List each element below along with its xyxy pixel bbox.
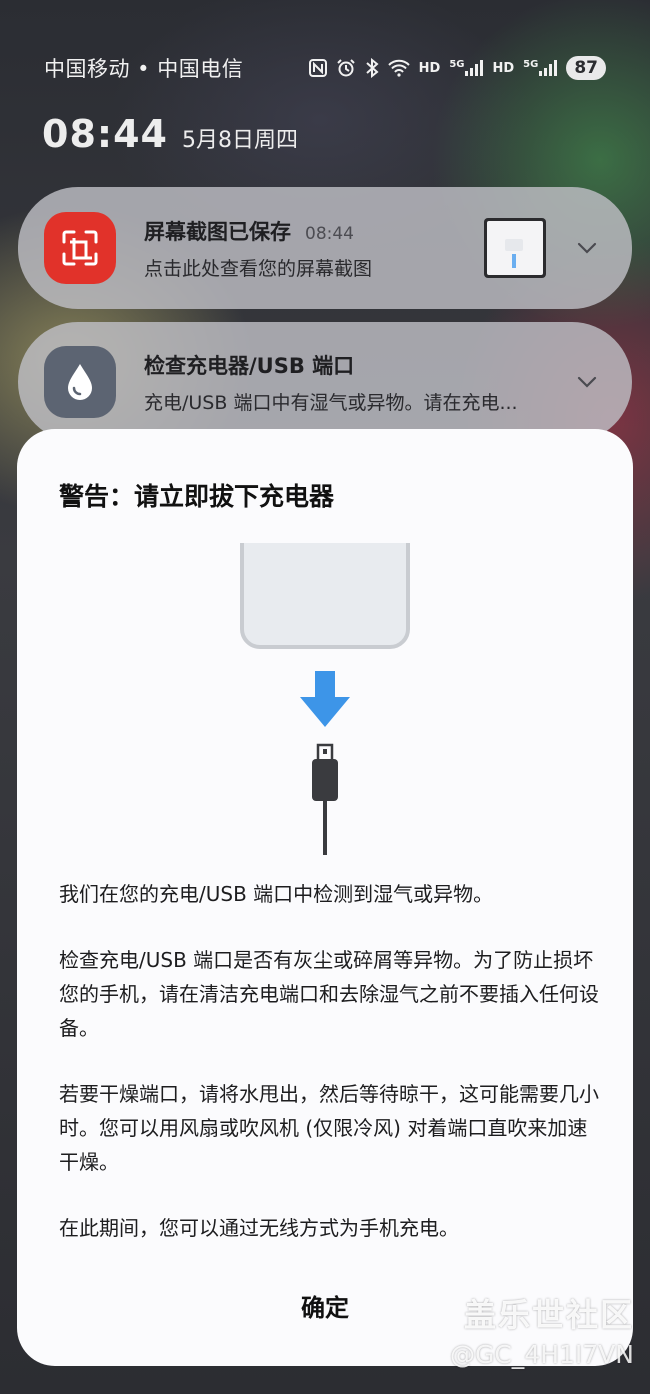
- watermark-handle: @GC_4H1I7VN: [449, 1340, 634, 1369]
- notification-content: 屏幕截图已保存 08:44 点击此处查看您的屏幕截图: [144, 216, 484, 281]
- down-arrow-icon: [300, 671, 350, 727]
- notification-body: 充电/USB 端口中有湿气或异物。请在充电...: [144, 391, 518, 414]
- notification-usb-moisture[interactable]: 检查充电器/USB 端口 充电/USB 端口中有湿气或异物。请在充电...: [18, 322, 632, 442]
- water-drop-icon: [44, 346, 116, 418]
- notification-title: 检查充电器/USB 端口: [144, 353, 355, 378]
- dialog-body: 我们在您的充电/USB 端口中检测到湿气或异物。 检查充电/USB 端口是否有灰…: [59, 877, 599, 1277]
- signal-icon: [539, 60, 558, 76]
- signal-group-1: 5G: [449, 59, 484, 76]
- signal-group-2: 5G: [523, 59, 558, 76]
- dialog-paragraph: 在此期间，您可以通过无线方式为手机充电。: [59, 1216, 459, 1240]
- screenshot-icon: [44, 212, 116, 284]
- confirm-button[interactable]: 确定: [175, 1285, 475, 1325]
- hd-badge-2: HD: [492, 60, 515, 76]
- screenshot-thumbnail[interactable]: [484, 218, 546, 278]
- clock-time: 08:44: [42, 112, 168, 156]
- chevron-down-icon[interactable]: [576, 237, 598, 259]
- clock-date: 5月8日周四: [181, 128, 298, 153]
- unplug-charger-illustration: [240, 543, 410, 855]
- dialog-paragraph: 我们在您的充电/USB 端口中检测到湿气或异物。: [59, 882, 494, 906]
- signal-icon: [465, 60, 484, 76]
- nfc-icon: [308, 59, 327, 77]
- notification-time: 08:44: [305, 223, 354, 244]
- 5g-badge-2: 5G: [523, 59, 539, 70]
- bluetooth-icon: [365, 58, 379, 78]
- notification-content: 检查充电器/USB 端口 充电/USB 端口中有湿气或异物。请在充电...: [144, 350, 576, 415]
- notification-title: 屏幕截图已保存: [144, 219, 291, 244]
- dialog-paragraph: 若要干燥端口，请将水甩出，然后等待晾干，这可能需要几小时。您可以用风扇或吹风机 …: [59, 1082, 599, 1174]
- lockscreen-clock: 08:44 5月8日周四: [42, 112, 298, 156]
- usb-cable-icon: [312, 743, 338, 855]
- carrier-label: 中国移动 • 中国电信: [44, 57, 244, 81]
- 5g-badge-1: 5G: [449, 59, 465, 70]
- notification-screenshot[interactable]: 屏幕截图已保存 08:44 点击此处查看您的屏幕截图: [18, 187, 632, 309]
- phone-illustration: [240, 543, 410, 649]
- status-icons: HD 5G HD 5G 87: [308, 56, 606, 80]
- dialog-paragraph: 检查充电/USB 端口是否有灰尘或碎屑等异物。为了防止损坏您的手机，请在清洁充电…: [59, 948, 599, 1040]
- notification-body: 点击此处查看您的屏幕截图: [144, 257, 373, 280]
- chevron-down-icon[interactable]: [576, 371, 598, 393]
- hd-badge-1: HD: [418, 60, 441, 76]
- dialog-title: 警告：请立即拔下充电器: [59, 482, 335, 511]
- status-bar: 中国移动 • 中国电信 HD 5G HD 5G 87: [44, 48, 606, 88]
- alarm-icon: [336, 58, 356, 78]
- watermark-community: 盖乐世社区: [463, 1296, 634, 1334]
- wifi-icon: [387, 59, 410, 77]
- warning-dialog: 警告：请立即拔下充电器 我们在您的充电/USB 端口中检测到湿气或异物。 检查充…: [17, 429, 633, 1366]
- battery-indicator: 87: [566, 56, 606, 80]
